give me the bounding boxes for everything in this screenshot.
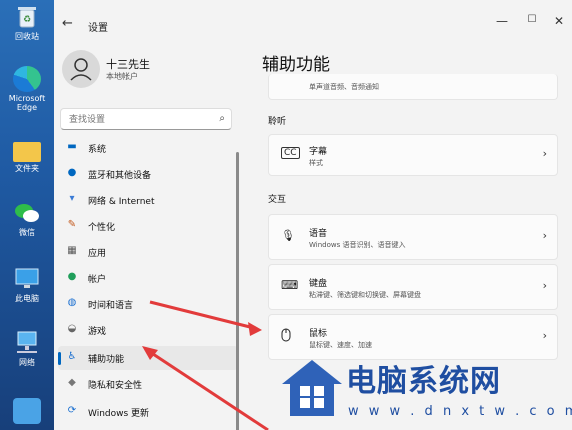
arrow-to-accessibility	[142, 346, 269, 430]
house-logo-icon	[282, 360, 342, 416]
arrow-to-mouse-card	[149, 300, 262, 336]
watermark-url: w w w . d n x t w . c o m	[348, 404, 572, 419]
watermark: 电脑系统网 w w w . d n x t w . c o m	[280, 350, 572, 430]
watermark-text: 电脑系统网	[346, 364, 501, 399]
